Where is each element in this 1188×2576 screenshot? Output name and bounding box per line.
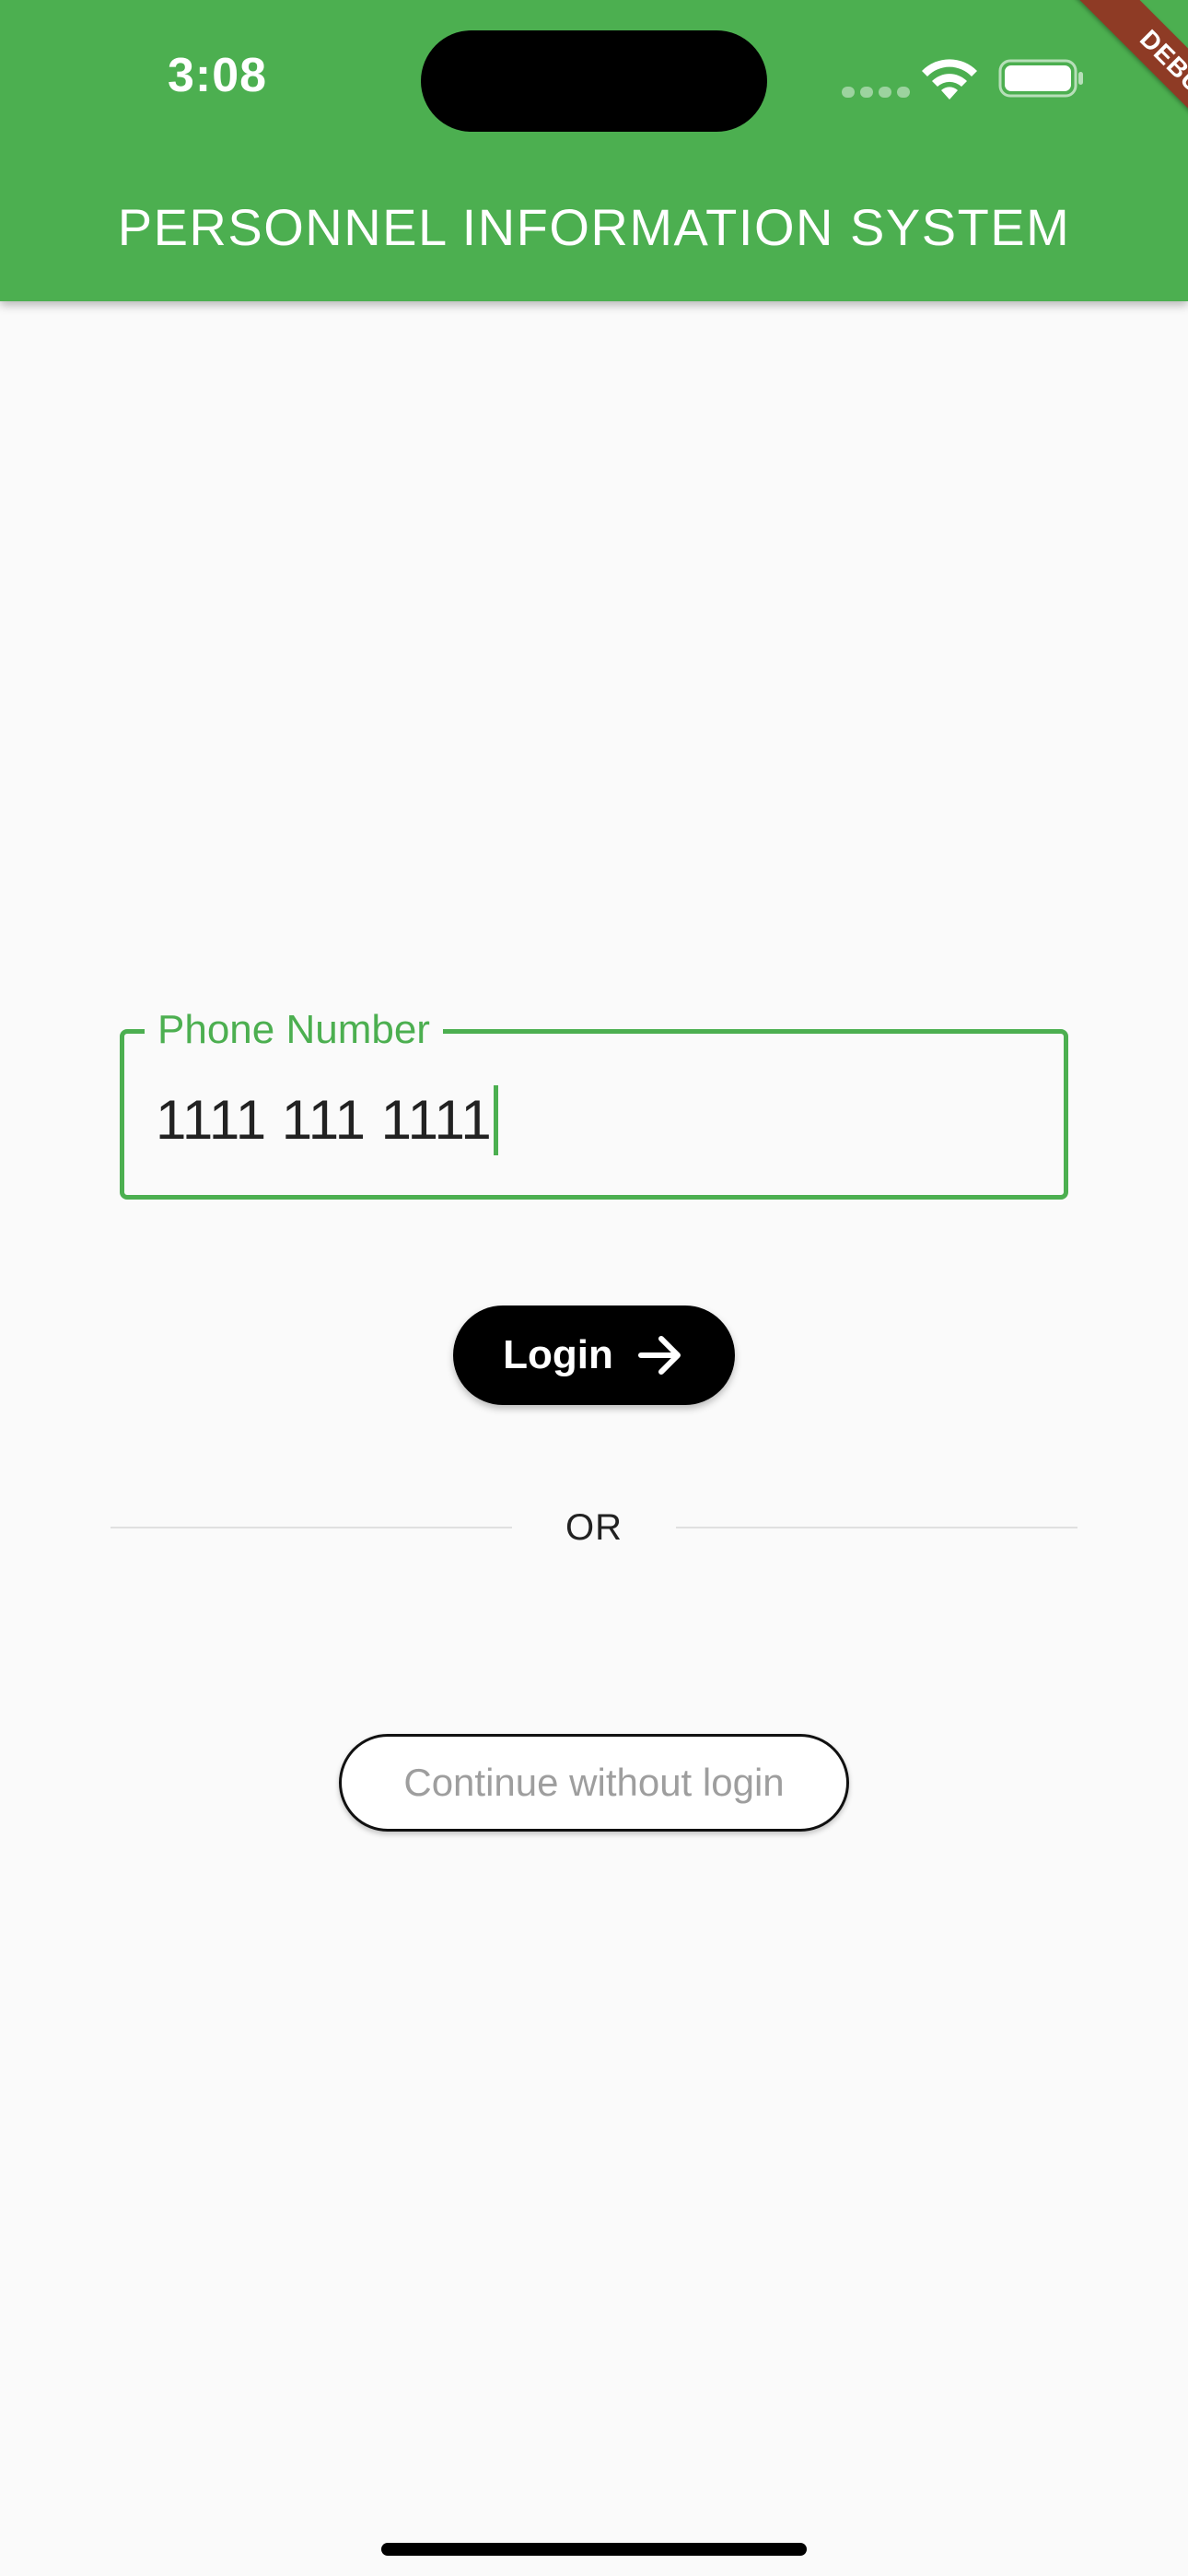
phone-number-value: 1111 111 1111 [156,1089,492,1151]
app-bar: 3:08 PERSONNEL INFORMATION SYSTEM [0,0,1188,301]
dynamic-island [421,30,767,132]
debug-banner: DEBUG [1022,0,1188,166]
continue-without-login-label: Continue without login [403,1761,785,1804]
text-caret [493,1085,498,1155]
phone-number-input[interactable]: 1111 111 1111 [156,1085,498,1155]
phone-number-field[interactable]: Phone Number 1111 111 1111 [120,1006,1068,1200]
cellular-signal-icon [842,87,910,98]
wifi-icon [922,59,977,100]
app-title: PERSONNEL INFORMATION SYSTEM [117,198,1071,256]
debug-label: DEBUG [1066,0,1188,166]
login-button-label: Login [503,1332,613,1377]
divider-line-right [676,1527,1077,1528]
phone-number-label: Phone Number [145,1006,443,1054]
or-divider: OR [111,1502,1077,1553]
arrow-right-icon [637,1336,681,1375]
home-indicator[interactable] [381,2543,807,2556]
status-time: 3:08 [168,49,268,102]
continue-without-login-button[interactable]: Continue without login [339,1734,849,1832]
login-button[interactable]: Login [453,1306,735,1405]
